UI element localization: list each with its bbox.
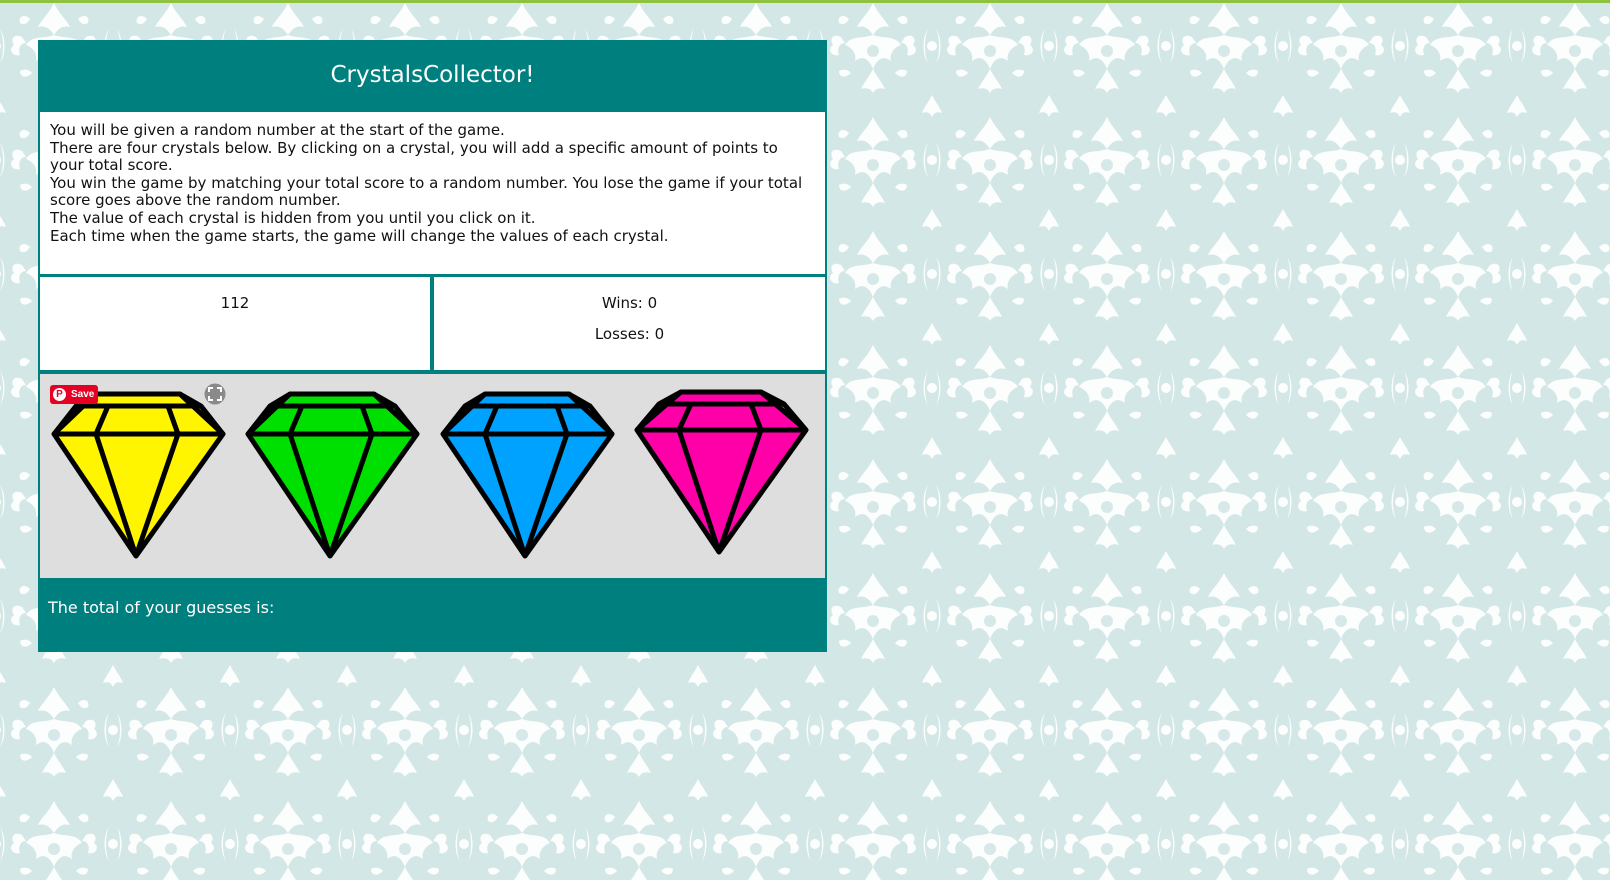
blue-crystal-icon[interactable]: [435, 384, 621, 564]
pink-crystal-icon[interactable]: [629, 380, 815, 560]
crystal-body: [51, 391, 226, 559]
instruction-line: You will be given a random number at the…: [50, 121, 505, 139]
instruction-line: The value of each crystal is hidden from…: [50, 208, 536, 227]
game-container: CrystalsCollector! You will be given a r…: [38, 40, 827, 652]
random-number-panel: 112: [40, 277, 430, 370]
green-crystal-icon[interactable]: [240, 384, 426, 564]
pinterest-icon: P: [53, 388, 66, 401]
guess-total-label: The total of your guesses is:: [48, 598, 275, 617]
pinterest-save-button[interactable]: P Save: [50, 385, 98, 404]
losses-count: Losses: 0: [594, 325, 665, 343]
instructions-panel: You will be given a random number at the…: [40, 112, 825, 274]
game-title: CrystalsCollector!: [330, 62, 535, 88]
score-panel: Wins: 0 Losses: 0: [434, 277, 825, 370]
crystal-body: [440, 391, 615, 559]
expand-icon[interactable]: [204, 383, 226, 405]
yellow-crystal-icon[interactable]: [46, 384, 232, 564]
guess-total-panel: The total of your guesses is:: [38, 580, 827, 652]
crystal-area: P Save: [40, 374, 825, 578]
crystal-body: [245, 391, 420, 559]
random-number: 112: [220, 294, 250, 312]
wins-count: Wins: 0: [601, 294, 658, 312]
save-label: Save: [71, 389, 95, 400]
crystal-body: [634, 389, 809, 555]
instruction-line: You win the game by matching your total …: [50, 173, 803, 210]
instruction-line: Each time when the game starts, the game…: [50, 226, 669, 245]
instruction-line: There are four crystals below. By clicki…: [50, 138, 778, 175]
